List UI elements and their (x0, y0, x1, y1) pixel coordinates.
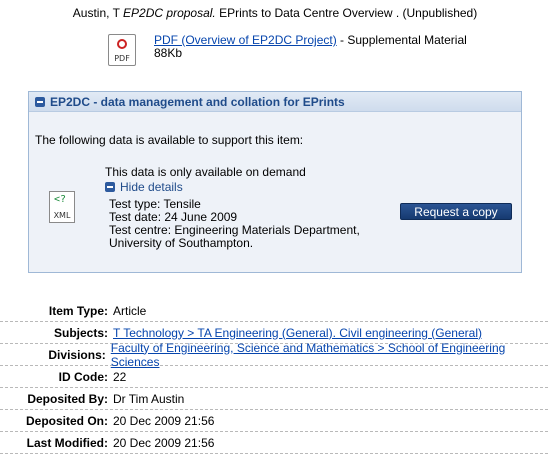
metadata-key: Deposited By: (27, 391, 108, 406)
xml-file-icon: <? XML (49, 191, 75, 223)
collapse-icon[interactable] (35, 96, 45, 107)
xml-icon-label: XML (53, 211, 71, 220)
citation-author: Austin, T (72, 6, 120, 20)
data-details: Test type: Tensile Test date: 24 June 20… (109, 198, 360, 250)
metadata-key: Item Type: (48, 303, 108, 318)
pdf-icon-label: PDF (114, 54, 130, 63)
pdf-file-icon[interactable]: PDF (108, 34, 136, 66)
metadata-row-deposited-on: Deposited On: 20 Dec 2009 21:56 (0, 410, 548, 432)
document-entry: PDF PDF (Overview of EP2DC Project) - Su… (108, 34, 467, 66)
request-copy-button[interactable]: Request a copy (400, 203, 512, 220)
metadata-row-divisions: Divisions: Faculty of Engineering, Scien… (0, 341, 548, 369)
metadata-value: 22 (113, 369, 127, 384)
metadata-row-last-modified: Last Modified: 20 Dec 2009 21:56 (0, 432, 548, 454)
metadata-table: Item Type: Article Subjects: T Technolog… (0, 300, 548, 454)
collapse-details-icon[interactable] (105, 182, 115, 192)
subjects-link[interactable]: T Technology > TA Engineering (General).… (113, 326, 482, 340)
metadata-value: Article (113, 303, 147, 318)
citation-title: EP2DC proposal. (123, 6, 216, 20)
detail-test-centre-cont: University of Southampton. (109, 236, 254, 250)
metadata-row-id-code: ID Code: 22 (0, 366, 548, 388)
hide-details-label: Hide details (120, 180, 183, 194)
panel-intro: The following data is available to suppo… (35, 133, 304, 147)
metadata-key: Divisions: (48, 347, 106, 362)
metadata-value: 20 Dec 2009 21:56 (113, 413, 215, 428)
ep2dc-panel: EP2DC - data management and collation fo… (28, 91, 522, 273)
metadata-key: Subjects: (53, 325, 108, 340)
metadata-row-deposited-by: Deposited By: Dr Tim Austin (0, 388, 548, 410)
metadata-key: Deposited On: (25, 413, 108, 428)
document-suffix: - Supplemental Material (336, 33, 467, 47)
metadata-key: ID Code: (58, 369, 108, 384)
demand-note: This data is only available on demand (105, 165, 306, 179)
metadata-value: 20 Dec 2009 21:56 (113, 435, 215, 450)
hide-details-toggle[interactable]: Hide details (105, 180, 183, 194)
metadata-value: Dr Tim Austin (113, 391, 185, 406)
citation: Austin, T EP2DC proposal. EPrints to Dat… (0, 6, 550, 20)
panel-header[interactable]: EP2DC - data management and collation fo… (29, 92, 521, 112)
metadata-key: Last Modified: (26, 435, 108, 450)
document-link[interactable]: PDF (Overview of EP2DC Project) (154, 33, 337, 47)
metadata-row-item-type: Item Type: Article (0, 300, 548, 322)
citation-rest: EPrints to Data Centre Overview . (Unpub… (219, 6, 478, 20)
panel-title: EP2DC - data management and collation fo… (50, 94, 345, 109)
document-size: 88Kb (154, 46, 183, 60)
divisions-link[interactable]: Faculty of Engineering, Science and Math… (111, 341, 506, 369)
